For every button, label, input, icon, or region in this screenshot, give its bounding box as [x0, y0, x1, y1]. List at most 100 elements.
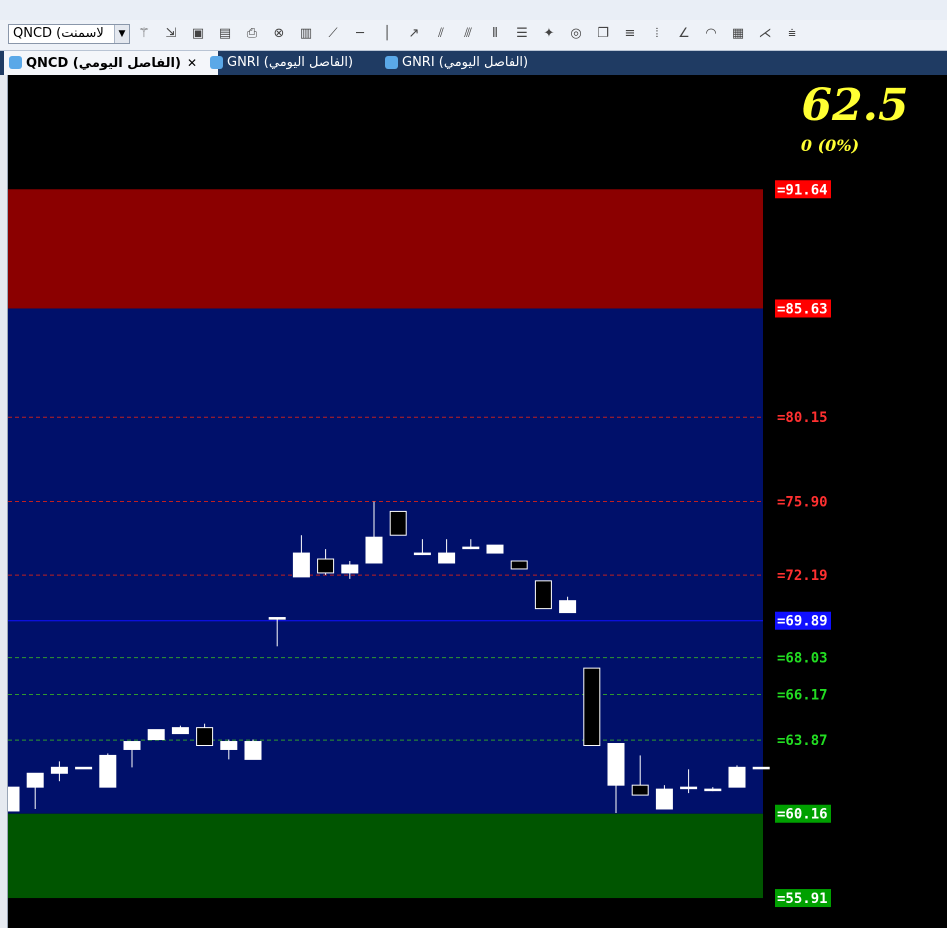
candle-body[interactable]	[123, 741, 141, 750]
indicator-icon[interactable]: ▥	[298, 26, 314, 42]
candle-body[interactable]	[534, 580, 552, 610]
level-label-text: =68.03	[777, 651, 828, 667]
candle-body[interactable]	[341, 564, 359, 574]
candle-body[interactable]	[752, 766, 770, 770]
candle-body[interactable]	[728, 766, 746, 788]
parallel-lines-icon[interactable]: ⫽	[433, 26, 449, 42]
candle-body[interactable]	[220, 741, 238, 750]
magnet-icon[interactable]: ✦	[541, 26, 557, 42]
import-icon[interactable]: ⇲	[163, 26, 179, 42]
chart-tab-icon	[9, 56, 22, 69]
fan-icon[interactable]: ⋌	[757, 26, 773, 42]
tab-qncd-daily[interactable]: QNCD (الفاصل اليومي) ✕	[4, 51, 218, 75]
zone-2	[8, 813, 763, 899]
ellipse-icon[interactable]: ◎	[568, 26, 584, 42]
price-level-label: =60.16	[775, 804, 831, 823]
price-level-label: =85.63	[775, 299, 831, 318]
tab-gnri-daily-2[interactable]: GNRI (الفاصل اليومي)	[380, 51, 572, 75]
candle-body[interactable]	[75, 766, 93, 770]
candle-body[interactable]	[510, 560, 528, 570]
left-panel-edge	[0, 75, 8, 928]
candle-body[interactable]	[389, 510, 407, 536]
chevron-down-icon[interactable]: ▼	[114, 25, 129, 43]
candle-body[interactable]	[196, 727, 214, 746]
candle-body[interactable]	[680, 786, 698, 790]
horizontal-line-icon[interactable]: ─	[352, 26, 368, 42]
tab-gnri-daily-1[interactable]: GNRI (الفاصل اليومي)	[205, 51, 397, 75]
close-icon[interactable]: ✕	[187, 56, 197, 70]
price-level-label: =72.19	[777, 568, 828, 584]
candle-body[interactable]	[244, 741, 262, 760]
price-chart[interactable]: =91.64 =85.63 =80.15 =75.90 =72.19 =69.89 =68.…	[8, 75, 947, 928]
level-label-text: =85.63	[777, 301, 828, 317]
add-chart-icon[interactable]: ▣	[190, 26, 206, 42]
candle-body[interactable]	[486, 544, 504, 554]
level-label-text: =91.64	[777, 182, 828, 198]
copy-icon[interactable]: ❐	[595, 26, 611, 42]
candle-body[interactable]	[365, 536, 383, 564]
candle-body[interactable]	[8, 786, 20, 812]
price-change: 0 (0%)	[800, 136, 860, 155]
level-label-text: =63.87	[777, 733, 828, 749]
arc-icon[interactable]: ◠	[703, 26, 719, 42]
candle-body[interactable]	[438, 552, 456, 564]
symbol-dropdown[interactable]: QNCD (لاسمنت ▼	[8, 24, 130, 44]
symbol-value: QNCD (لاسمنت	[13, 26, 104, 41]
candle-body[interactable]	[50, 766, 68, 774]
ray-icon[interactable]: ↗	[406, 26, 422, 42]
candle-body[interactable]	[99, 754, 117, 788]
candle-body[interactable]	[462, 546, 480, 550]
candle-body[interactable]	[268, 617, 286, 620]
level-label-text: =69.89	[777, 614, 828, 630]
horizontal-levels-icon[interactable]: ≡	[622, 26, 638, 42]
price-level-label: =75.90	[777, 495, 828, 511]
channel-icon[interactable]: ⫻	[460, 26, 476, 42]
price-level-label: =68.03	[777, 651, 828, 667]
chart-tab-icon	[385, 56, 398, 69]
price-level-label: =55.91	[775, 889, 831, 908]
tab-label: GNRI (الفاصل اليومي)	[227, 55, 354, 70]
price-level-label: =66.17	[777, 688, 828, 704]
candle-body[interactable]	[559, 600, 577, 614]
bars-icon[interactable]: ⦙	[649, 26, 665, 42]
candle-body[interactable]	[26, 772, 44, 788]
grid-icon[interactable]: ▦	[730, 26, 746, 42]
vertical-lines-icon[interactable]: ⦀	[487, 26, 503, 42]
line-tool-icon[interactable]: ⟋	[325, 26, 341, 42]
zone-1	[8, 308, 763, 814]
level-label-text: =55.91	[777, 891, 828, 907]
remove-chart-icon[interactable]: ▤	[217, 26, 233, 42]
price-level-label: =80.15	[777, 410, 828, 426]
print-icon[interactable]: ⎙	[244, 26, 260, 42]
level-label-text: =72.19	[777, 568, 828, 584]
window-top-strip	[0, 0, 947, 21]
candle-body[interactable]	[583, 667, 601, 746]
chart-tab-icon	[210, 56, 223, 69]
candle-body[interactable]	[147, 729, 165, 741]
candle-body[interactable]	[413, 552, 431, 556]
levels-icon[interactable]: ☰	[514, 26, 530, 42]
zone-0	[8, 189, 763, 309]
chart-tab-bar: QNCD (الفاصل اليومي) ✕ GNRI (الفاصل اليوم…	[0, 51, 947, 75]
candle-body[interactable]	[317, 558, 335, 574]
vertical-line-icon[interactable]: │	[379, 26, 395, 42]
fibo-icon[interactable]: ⩧	[784, 26, 800, 42]
price-level-label: =63.87	[777, 733, 828, 749]
level-label-text: =80.15	[777, 410, 828, 426]
level-label-text: =75.90	[777, 495, 828, 511]
price-level-label: =91.64	[775, 180, 831, 199]
level-label-text: =60.16	[777, 807, 828, 823]
candle-body[interactable]	[655, 788, 673, 810]
delete-icon[interactable]: ⊗	[271, 26, 287, 42]
candle-body[interactable]	[292, 552, 310, 578]
gann-icon[interactable]: ∠	[676, 26, 692, 42]
candle-body[interactable]	[171, 727, 189, 735]
level-label-text: =66.17	[777, 688, 828, 704]
candle-body[interactable]	[631, 784, 649, 796]
tab-label: GNRI (الفاصل اليومي)	[402, 55, 529, 70]
candle-body[interactable]	[704, 788, 722, 792]
candle-body[interactable]	[607, 743, 625, 786]
wand-icon[interactable]: ⚚	[136, 26, 152, 42]
drawing-toolbar: QNCD (لاسمنت ▼ ⚚ ⇲ ▣ ▤ ⎙ ⊗ ▥ ⟋ ─ │ ↗ ⫽ ⫻ ⦀ ☰ ✦ ◎ ❐ ≡ ⦙ ∠ ◠ ▦ ⋌ ⩧	[0, 20, 947, 51]
last-price: 62.5	[801, 80, 909, 131]
